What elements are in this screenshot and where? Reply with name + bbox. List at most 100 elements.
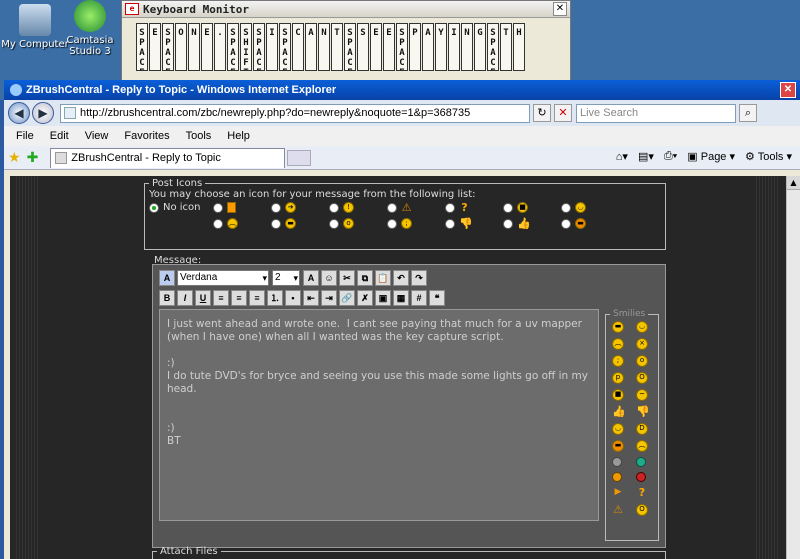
radio-selected[interactable] [149, 202, 159, 213]
post-icon-question[interactable]: ? [445, 202, 470, 213]
forward-button[interactable]: ▶ [32, 102, 54, 124]
radio[interactable] [271, 202, 281, 213]
warning-icon[interactable]: ⚠ [612, 504, 624, 516]
radio[interactable] [213, 202, 223, 213]
thumbs-up-icon[interactable]: 👍 [612, 406, 626, 418]
post-icon-page[interactable] [213, 202, 236, 213]
menu-help[interactable]: Help [219, 130, 258, 142]
grey-dot-icon[interactable] [612, 457, 622, 467]
indent-icon[interactable]: ⇥ [321, 290, 337, 306]
address-bar[interactable]: http://zbrushcentral.com/zbc/newreply.ph… [60, 103, 530, 123]
search-input[interactable]: Live Search [576, 103, 736, 123]
smiley-eek2-icon[interactable]: O [636, 504, 648, 516]
close-icon[interactable]: ✕ [553, 2, 567, 16]
post-icon-arrow[interactable]: ➔ [271, 202, 296, 213]
smiley-frown-icon[interactable]: ︵ [636, 440, 648, 452]
orange-dot-icon[interactable] [612, 472, 622, 482]
radio[interactable] [561, 218, 571, 229]
radio[interactable] [561, 202, 571, 213]
close-icon[interactable]: ✕ [780, 82, 796, 98]
post-icon-none[interactable]: No icon [149, 202, 201, 213]
home-icon[interactable]: ⌂▾ [616, 150, 628, 163]
arrow-right-icon[interactable]: ▶ [612, 487, 624, 499]
red-dot-icon[interactable] [636, 472, 646, 482]
green-dot-icon[interactable] [636, 457, 646, 467]
add-favorite-icon[interactable]: ✚ [27, 149, 39, 166]
refresh-button[interactable]: ↻ [533, 104, 551, 122]
post-icon-angry[interactable]: ︵ [213, 218, 238, 229]
menu-file[interactable]: File [8, 130, 42, 142]
print-icon[interactable]: ⎙▾ [664, 150, 677, 163]
italic-icon[interactable]: I [177, 290, 193, 306]
message-textarea[interactable]: I just went ahead and wrote one. I cant … [159, 309, 599, 521]
redo-icon[interactable]: ↷ [411, 270, 427, 286]
radio[interactable] [445, 202, 455, 213]
keyboard-monitor-window[interactable]: e Keyboard Monitor ✕ SPACEESPACEONE.SPAC… [121, 0, 571, 82]
post-icon-wink[interactable]: ; [387, 218, 412, 229]
new-tab-button[interactable] [287, 149, 312, 166]
smiley-tongue-icon[interactable]: p [612, 372, 624, 384]
scroll-up-icon[interactable]: ▲ [787, 176, 800, 190]
cut-icon[interactable]: ✂ [339, 270, 355, 286]
insert-link-icon[interactable]: 🔗 [339, 290, 355, 306]
align-center-icon[interactable]: ≡ [231, 290, 247, 306]
post-icon-shocked[interactable]: o [329, 218, 354, 229]
undo-icon[interactable]: ↶ [393, 270, 409, 286]
stop-button[interactable]: ✕ [554, 104, 572, 122]
radio[interactable] [213, 218, 223, 229]
smiley-smile-icon[interactable]: ◡ [612, 423, 624, 435]
insert-image-icon[interactable]: ▣ [375, 290, 391, 306]
question-icon[interactable]: ? [636, 487, 648, 499]
switch-mode-icon[interactable]: A [159, 270, 175, 286]
smiley-mad-icon[interactable]: ▬ [612, 440, 624, 452]
quote-icon[interactable]: ❝ [429, 290, 445, 306]
align-right-icon[interactable]: ≡ [249, 290, 265, 306]
post-icon-thumbs-up[interactable]: 👍 [503, 218, 531, 229]
bullet-list-icon[interactable]: • [285, 290, 301, 306]
menu-favorites[interactable]: Favorites [116, 130, 177, 142]
smiley-surprised-icon[interactable]: o [636, 355, 648, 367]
smiley-eek-icon[interactable]: O [636, 372, 648, 384]
browser-window[interactable]: ZBrushCentral - Reply to Topic - Windows… [4, 80, 800, 559]
remove-link-icon[interactable]: ✗ [357, 290, 373, 306]
smiley-angry-icon[interactable]: × [636, 338, 648, 350]
post-icon-grin[interactable]: ▬ [271, 218, 296, 229]
thumbs-down-icon[interactable]: 👎 [636, 406, 650, 418]
text-color-icon[interactable]: A [303, 270, 319, 286]
menu-edit[interactable]: Edit [42, 130, 77, 142]
radio[interactable] [271, 218, 281, 229]
radio[interactable] [387, 218, 397, 229]
font-select[interactable]: Verdana [177, 270, 269, 286]
back-button[interactable]: ◀ [8, 102, 30, 124]
radio[interactable] [387, 202, 397, 213]
underline-icon[interactable]: U [195, 290, 211, 306]
post-icon-cool[interactable]: ■ [503, 202, 528, 213]
post-icon-exclamation[interactable]: ⚠ [387, 202, 412, 213]
smiley-grin-icon[interactable]: ▬ [612, 321, 624, 333]
outdent-icon[interactable]: ⇤ [303, 290, 319, 306]
insert-code-icon[interactable]: # [411, 290, 427, 306]
page-menu-button[interactable]: ▣ Page ▾ [687, 150, 735, 163]
browser-titlebar[interactable]: ZBrushCentral - Reply to Topic - Windows… [4, 80, 800, 100]
bold-icon[interactable]: B [159, 290, 175, 306]
vertical-scrollbar[interactable]: ▲ [786, 176, 800, 559]
radio[interactable] [445, 218, 455, 229]
post-icon-smile[interactable]: ◡ [561, 202, 586, 213]
radio[interactable] [503, 218, 513, 229]
favorites-star-icon[interactable]: ★ [8, 149, 21, 166]
tools-menu-button[interactable]: ⚙ Tools ▾ [745, 150, 792, 163]
align-left-icon[interactable]: ≡ [213, 290, 229, 306]
menu-view[interactable]: View [77, 130, 117, 142]
feeds-icon[interactable]: ▤▾ [638, 150, 654, 163]
keyboard-monitor-titlebar[interactable]: e Keyboard Monitor [122, 1, 570, 18]
post-icon-thumbs-down[interactable]: 👎 [445, 218, 473, 229]
smiley-wink-icon[interactable]: ; [612, 355, 624, 367]
menu-tools[interactable]: Tools [178, 130, 220, 142]
radio[interactable] [329, 202, 339, 213]
post-icon-mad[interactable]: ▬ [561, 218, 586, 229]
post-icon-lightbulb[interactable]: ! [329, 202, 354, 213]
smiley-confused-icon[interactable]: ~ [636, 389, 648, 401]
insert-picture-icon[interactable]: ▦ [393, 290, 409, 306]
numbered-list-icon[interactable]: ⒈ [267, 290, 283, 306]
radio[interactable] [329, 218, 339, 229]
